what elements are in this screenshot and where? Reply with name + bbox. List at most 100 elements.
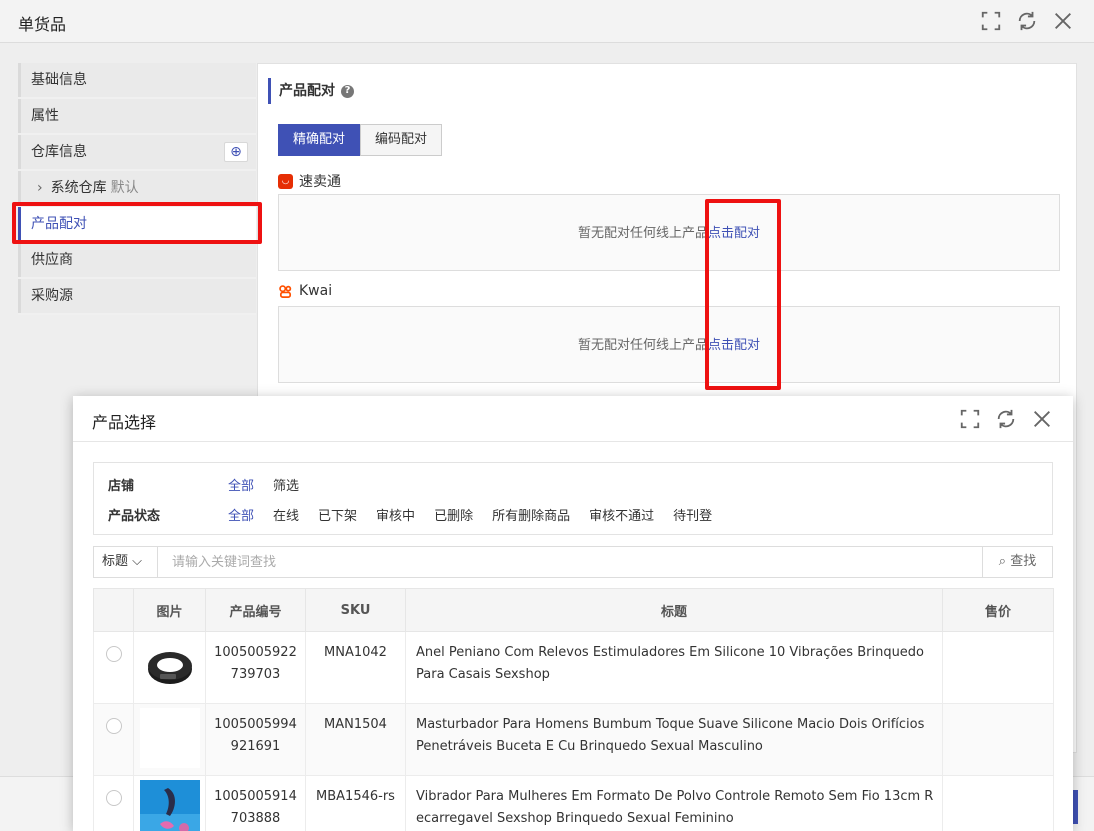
header-price: 售价 [942, 588, 1054, 632]
modal-header: 产品选择 [73, 396, 1073, 442]
refresh-icon[interactable] [1014, 8, 1040, 34]
sidebar-item-warehouse[interactable]: 仓库信息 ⊕ [18, 135, 256, 169]
annotation-frame-pair-links [705, 199, 781, 390]
close-icon[interactable] [1050, 8, 1076, 34]
filter-panel: 店铺 全部 筛选 产品状态 全部 在线 已下架 审核中 已删除 所有删除商品 审… [93, 462, 1053, 535]
product-image-cell [133, 631, 206, 704]
product-select-modal: 产品选择 店铺 全部 筛选 产品状态 全部 在线 已下架 审核中 已删除 所有删… [73, 396, 1073, 831]
header-select [93, 588, 134, 632]
sidebar-item-label: 属性 [31, 108, 59, 124]
fullscreen-icon[interactable] [957, 406, 983, 432]
row-radio[interactable] [105, 646, 122, 662]
pairing-mode-tabs: 精确配对 编码配对 [278, 124, 443, 156]
section-title-text: 产品配对 [279, 83, 335, 99]
fullscreen-icon[interactable] [978, 8, 1004, 34]
sidebar-item-supplier[interactable]: 供应商 [18, 243, 256, 277]
empty-text: 暂无配对任何线上产品 [577, 226, 708, 241]
table-row[interactable]: 1005005922 739703 MNA1042 Anel Peniano Co… [93, 631, 1054, 704]
shop-option-filter[interactable]: 筛选 [273, 475, 299, 494]
header-product-id: 产品编号 [205, 588, 306, 632]
status-filter-label: 产品状态 [108, 509, 161, 524]
status-option-all-deleted[interactable]: 所有删除商品 [492, 505, 570, 524]
product-id-line1: 1005005914 [214, 789, 297, 804]
header-sku: SKU [305, 588, 406, 632]
search-field-select[interactable]: 标题 ⌵ [94, 547, 158, 577]
sidebar-item-purchase-source[interactable]: 采购源 [18, 279, 256, 313]
kwai-icon [278, 284, 293, 299]
add-warehouse-button[interactable]: ⊕ [224, 142, 248, 162]
modal-tools [957, 406, 1055, 432]
shop-option-all[interactable]: 全部 [228, 475, 254, 494]
sidebar-item-label: 仓库信息 [31, 144, 87, 160]
window-title: 单货品 [18, 15, 67, 34]
product-id-line2: 739703 [230, 667, 281, 682]
header-image: 图片 [133, 588, 206, 632]
search-field-value: 标题 [102, 554, 129, 569]
empty-text: 暂无配对任何线上产品 [577, 338, 708, 353]
status-filter-row: 产品状态 全部 在线 已下架 审核中 已删除 所有删除商品 审核不通过 待刊登 [108, 505, 731, 524]
platform-name: Kwai [299, 283, 333, 299]
product-sku: MAN1504 [324, 717, 387, 732]
search-button[interactable]: ⌕ 查找 [982, 547, 1052, 577]
sidebar-item-label: 系统仓库 [50, 180, 107, 196]
product-title: Masturbador Para Homens Bumbum Toque Sua… [416, 717, 925, 754]
sidebar-item-label: 基础信息 [31, 72, 87, 88]
chevron-right-icon: › [37, 180, 43, 196]
tab-exact-pairing[interactable]: 精确配对 [278, 124, 361, 156]
product-title: Anel Peniano Com Relevos Estimuladores E… [416, 645, 925, 682]
status-option-all[interactable]: 全部 [228, 505, 254, 524]
sidebar-item-label: 采购源 [31, 288, 73, 304]
product-id-line2: 921691 [230, 739, 281, 754]
status-option-delisted[interactable]: 已下架 [318, 505, 357, 524]
row-radio[interactable] [105, 790, 122, 806]
search-button-label: 查找 [1010, 554, 1037, 569]
product-thumbnail-ring [139, 636, 200, 696]
help-icon[interactable]: ? [341, 84, 354, 98]
product-thumbnail-blank [139, 708, 200, 768]
product-id-line1: 1005005994 [214, 717, 297, 732]
shop-filter-row: 店铺 全部 筛选 [108, 475, 318, 494]
sidebar-item-system-warehouse[interactable]: › 系统仓库 默认 [18, 171, 256, 205]
product-sku: MBA1546-rs [316, 789, 395, 804]
product-title: Vibrador Para Mulheres Em Formato De Pol… [416, 789, 934, 826]
platform-name: 速卖通 [299, 174, 341, 190]
table-row[interactable]: 1005005914 703888 MBA1546-rs Vibrador Par… [93, 775, 1054, 831]
status-option-to-publish[interactable]: 待刊登 [673, 505, 712, 524]
product-id-line2: 703888 [230, 811, 281, 826]
status-option-rejected[interactable]: 审核不通过 [589, 505, 654, 524]
search-input[interactable] [158, 547, 982, 577]
search-icon: ⌕ [998, 554, 1007, 569]
aliexpress-icon: ◡ [278, 173, 293, 189]
product-sku: MNA1042 [324, 645, 387, 660]
window-tools [978, 8, 1076, 34]
refresh-icon[interactable] [993, 406, 1019, 432]
product-image-cell [133, 775, 206, 831]
sidebar-item-basic-info[interactable]: 基础信息 [18, 63, 256, 97]
shop-filter-label: 店铺 [108, 479, 135, 494]
product-image-cell [133, 703, 206, 776]
annotation-frame-sidebar [12, 202, 262, 244]
sidebar-item-label: 供应商 [31, 252, 73, 268]
close-icon[interactable] [1029, 406, 1055, 432]
sidebar: 基础信息 属性 仓库信息 ⊕ › 系统仓库 默认 产品配对 供应商 采购源 [18, 63, 256, 315]
sidebar-item-attributes[interactable]: 属性 [18, 99, 256, 133]
window-header: 单货品 [0, 0, 1094, 43]
row-radio[interactable] [105, 718, 122, 734]
header-title: 标题 [405, 588, 943, 632]
chevron-down-icon: ⌵ [132, 554, 143, 569]
status-option-reviewing[interactable]: 审核中 [376, 505, 415, 524]
product-id-line1: 1005005922 [214, 645, 297, 660]
status-option-deleted[interactable]: 已删除 [434, 505, 473, 524]
aliexpress-empty-state: 暂无配对任何线上产品点击配对 [278, 194, 1060, 271]
table-header-row: 图片 产品编号 SKU 标题 售价 [93, 588, 1054, 632]
modal-title: 产品选择 [92, 413, 157, 432]
product-table: 图片 产品编号 SKU 标题 售价 1005005922 739703 MNA1… [93, 588, 1054, 831]
status-option-online[interactable]: 在线 [273, 505, 299, 524]
plus-circle-icon: ⊕ [230, 144, 242, 160]
product-thumbnail-octopus [139, 780, 200, 831]
section-title: 产品配对? [268, 78, 354, 104]
tab-code-pairing[interactable]: 编码配对 [360, 124, 443, 156]
table-row[interactable]: 1005005994 921691 MAN1504 Masturbador Par… [93, 703, 1054, 776]
kwai-empty-state: 暂无配对任何线上产品点击配对 [278, 306, 1060, 383]
search-bar: 标题 ⌵ ⌕ 查找 [93, 546, 1053, 578]
